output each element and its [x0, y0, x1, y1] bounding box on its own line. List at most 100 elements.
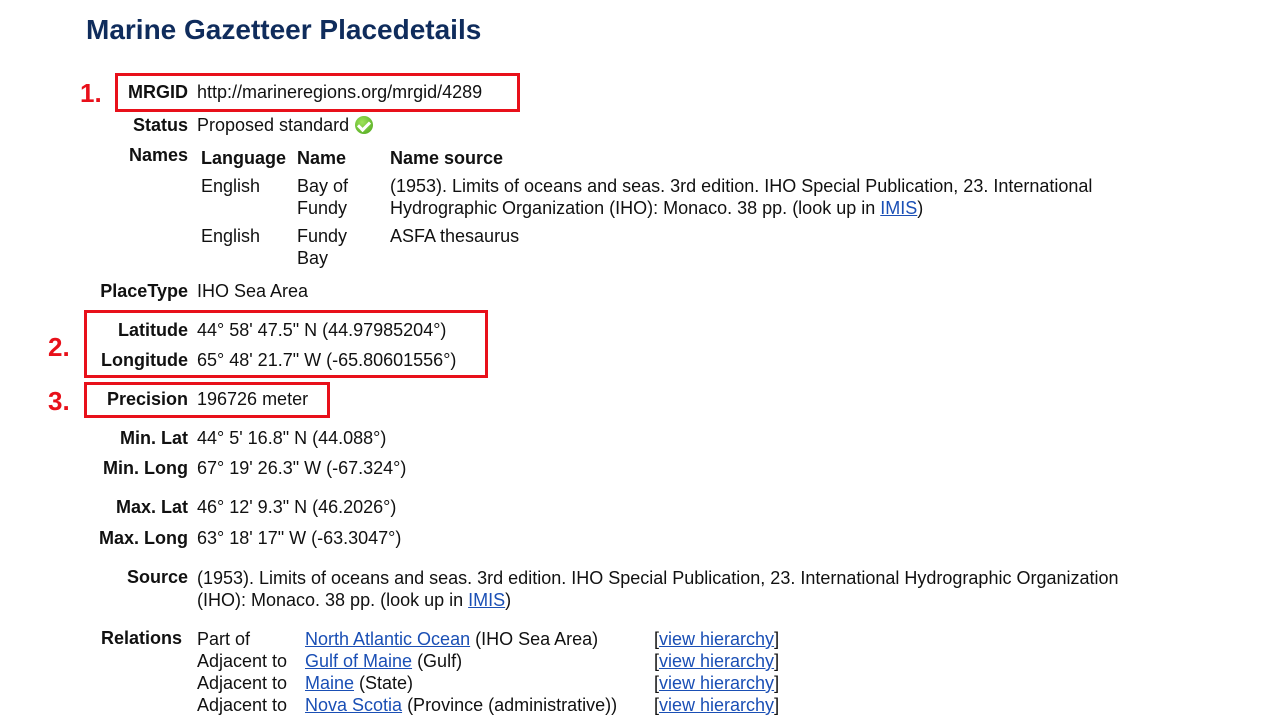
table-row: Part of North Atlantic Ocean (IHO Sea Ar…	[197, 628, 779, 650]
status-label: Status	[132, 115, 188, 135]
names-name: Bay of Fundy	[297, 169, 390, 219]
names-language: English	[201, 226, 261, 246]
mrgid-value: http://marineregions.org/mrgid/4289	[197, 82, 483, 102]
bracket: ]	[774, 695, 780, 715]
table-row: English Fundy Bay ASFA thesaurus	[201, 219, 1092, 269]
names-header-name: Name	[297, 148, 347, 168]
page-title: Marine Gazetteer Placedetails	[86, 14, 482, 45]
view-hierarchy-link[interactable]: view hierarchy	[659, 673, 774, 693]
max-lat-row: Max. Lat 46° 12' 9.3" N (46.2026°)	[90, 497, 396, 518]
latitude-value: 44° 58' 47.5" N (44.97985204°)	[197, 320, 447, 340]
longitude-label: Longitude	[101, 350, 188, 370]
names-label: Names	[128, 145, 188, 165]
names-name-line: Bay	[297, 248, 329, 268]
relations-row: Relations	[84, 628, 182, 649]
source-label: Source	[126, 567, 188, 587]
names-name-line: Bay of	[297, 176, 349, 196]
latitude-row: Latitude 44° 58' 47.5" N (44.97985204°)	[90, 320, 446, 341]
source-text: (1953). Limits of oceans and seas. 3rd e…	[197, 568, 1119, 588]
source-text-part: (IHO): Monaco. 38 pp. (look up in	[197, 590, 469, 610]
view-hierarchy-link[interactable]: view hierarchy	[659, 651, 774, 671]
annotation-3: 3.	[48, 386, 70, 416]
longitude-row: Longitude 65° 48' 21.7" W (-65.80601556°…	[90, 350, 456, 371]
names-source-line: Hydrographic Organization (IHO): Monaco.…	[390, 197, 1092, 219]
relation-type: Part of	[197, 629, 251, 649]
relation-kind: (IHO Sea Area)	[470, 629, 599, 649]
table-row: English Bay of Fundy (1953). Limits of o…	[201, 169, 1092, 219]
max-long-row: Max. Long 63° 18' 17" W (-63.3047°)	[90, 528, 401, 549]
table-row: Adjacent to Nova Scotia (Province (admin…	[197, 694, 779, 716]
annotation-2: 2.	[48, 332, 70, 362]
max-lat-value: 46° 12' 9.3" N (46.2026°)	[197, 497, 397, 517]
imis-link[interactable]: IMIS	[880, 198, 917, 218]
mrgid-row: MRGID http://marineregions.org/mrgid/428…	[90, 82, 482, 103]
relation-link[interactable]: Maine	[305, 673, 354, 693]
relation-hierarchy: [view hierarchy]	[654, 694, 779, 716]
names-language: English	[201, 176, 261, 196]
names-name-line: Fundy	[297, 226, 348, 246]
relation-kind: (Province (administrative))	[402, 695, 618, 715]
source-row: Source	[90, 567, 188, 588]
relation-link[interactable]: Nova Scotia	[305, 695, 402, 715]
names-name: Fundy Bay	[297, 219, 390, 269]
longitude-value: 65° 48' 21.7" W (-65.80601556°)	[197, 350, 457, 370]
source-value: (1953). Limits of oceans and seas. 3rd e…	[197, 567, 1119, 611]
relation-target: North Atlantic Ocean (IHO Sea Area)	[305, 628, 654, 650]
relation-kind: (State)	[354, 673, 414, 693]
relation-kind: (Gulf)	[412, 651, 463, 671]
check-circle-icon	[355, 116, 374, 134]
names-source-text: Hydrographic Organization (IHO): Monaco.…	[390, 198, 881, 218]
table-row: Adjacent to Maine (State) [view hierarch…	[197, 672, 779, 694]
relation-hierarchy: [view hierarchy]	[654, 628, 779, 650]
relation-type: Adjacent to	[197, 673, 288, 693]
view-hierarchy-link[interactable]: view hierarchy	[659, 629, 774, 649]
min-long-row: Min. Long 67° 19' 26.3" W (-67.324°)	[90, 458, 406, 479]
names-header-language: Language	[201, 148, 287, 168]
names-source: ASFA thesaurus	[390, 226, 520, 246]
relations-table: Part of North Atlantic Ocean (IHO Sea Ar…	[197, 628, 779, 716]
precision-value: 196726 meter	[197, 389, 309, 409]
names-name-line: Fundy	[297, 198, 348, 218]
relation-target: Gulf of Maine (Gulf)	[305, 650, 654, 672]
relation-type: Adjacent to	[197, 651, 288, 671]
relation-target: Nova Scotia (Province (administrative))	[305, 694, 654, 716]
max-long-value: 63° 18' 17" W (-63.3047°)	[197, 528, 402, 548]
relation-hierarchy: [view hierarchy]	[654, 650, 779, 672]
relation-target: Maine (State)	[305, 672, 654, 694]
names-source-text: )	[917, 198, 924, 218]
names-source-line: (1953). Limits of oceans and seas. 3rd e…	[390, 176, 1093, 196]
relation-link[interactable]: Gulf of Maine	[305, 651, 412, 671]
status-row: Status Proposed standard	[90, 113, 374, 136]
source-text-part: )	[505, 590, 512, 610]
placetype-row: PlaceType IHO Sea Area	[90, 281, 308, 302]
names-table: Language Name Name source English Bay of…	[201, 147, 1092, 269]
names-header-row: Language Name Name source	[201, 147, 1092, 169]
mrgid-label: MRGID	[128, 82, 188, 102]
min-lat-value: 44° 5' 16.8" N (44.088°)	[197, 428, 387, 448]
relation-hierarchy: [view hierarchy]	[654, 672, 779, 694]
view-hierarchy-link[interactable]: view hierarchy	[659, 695, 774, 715]
min-long-label: Min. Long	[103, 458, 188, 478]
bracket: ]	[774, 651, 780, 671]
bracket: ]	[774, 673, 780, 693]
precision-label: Precision	[106, 389, 188, 409]
min-lat-label: Min. Lat	[120, 428, 188, 448]
names-section: Names	[90, 145, 188, 166]
min-lat-row: Min. Lat 44° 5' 16.8" N (44.088°)	[90, 428, 386, 449]
precision-row: Precision 196726 meter	[90, 389, 308, 410]
max-long-label: Max. Long	[99, 528, 188, 548]
names-source: (1953). Limits of oceans and seas. 3rd e…	[390, 169, 1092, 219]
relation-link[interactable]: North Atlantic Ocean	[305, 629, 470, 649]
status-value: Proposed standard	[197, 115, 350, 135]
max-lat-label: Max. Lat	[115, 497, 188, 517]
names-header-source: Name source	[390, 148, 504, 168]
placetype-label: PlaceType	[100, 281, 188, 301]
source-text: (IHO): Monaco. 38 pp. (look up in IMIS)	[197, 589, 1119, 611]
table-row: Adjacent to Gulf of Maine (Gulf) [view h…	[197, 650, 779, 672]
placetype-value: IHO Sea Area	[197, 281, 309, 301]
latitude-label: Latitude	[118, 320, 188, 340]
min-long-value: 67° 19' 26.3" W (-67.324°)	[197, 458, 407, 478]
relation-type: Adjacent to	[197, 695, 288, 715]
imis-link[interactable]: IMIS	[468, 590, 505, 610]
relations-label: Relations	[100, 628, 182, 648]
